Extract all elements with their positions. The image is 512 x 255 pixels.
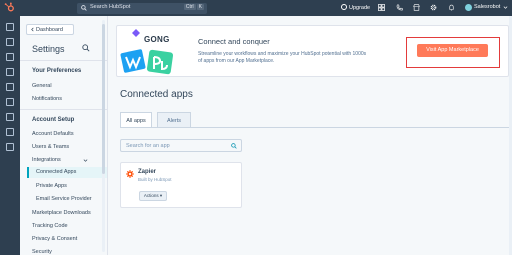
chevron-left-icon	[31, 27, 34, 32]
zapier-logo-icon	[126, 170, 134, 178]
sidebar-item-general[interactable]: General	[32, 83, 52, 89]
global-search-input[interactable]: Search HubSpot Ctrl K	[77, 3, 207, 14]
search-shortcut: Ctrl K	[183, 4, 204, 10]
account-setup-heading: Account Setup	[32, 117, 75, 123]
avatar[interactable]	[465, 4, 472, 11]
top-navigation-bar: Search HubSpot Ctrl K Upgrade Salesrobot	[0, 0, 512, 16]
search-icon	[81, 5, 87, 11]
notifications-bell-icon[interactable]	[448, 4, 455, 11]
sidebar-scrollbar-thumb[interactable]	[102, 24, 105, 174]
sidebar-divider	[20, 109, 107, 110]
search-icon[interactable]	[82, 44, 90, 52]
page-title: Connected apps	[120, 89, 193, 100]
upgrade-button[interactable]: Upgrade	[341, 4, 370, 11]
connected-apps-label: Connected Apps	[36, 169, 77, 175]
gong-logo: GONG	[144, 35, 170, 44]
calling-icon[interactable]	[396, 4, 403, 11]
back-to-dashboard-button[interactable]: Dashboard	[26, 24, 74, 35]
library-nav-icon[interactable]	[6, 128, 14, 136]
sidebar-item-private-apps[interactable]: Private Apps	[36, 183, 67, 189]
sidebar-item-account-defaults[interactable]: Account Defaults	[32, 131, 74, 137]
caret-down-icon: ▾	[159, 193, 163, 198]
reporting-nav-icon[interactable]	[6, 113, 14, 121]
account-name[interactable]: Salesrobot	[474, 4, 500, 10]
marketplace-icon[interactable]	[413, 4, 420, 11]
sidebar-item-users-teams[interactable]: Users & Teams	[32, 144, 69, 150]
sidebar-item-privacy-consent[interactable]: Privacy & Consent	[32, 236, 77, 242]
sidebar-item-connected-apps[interactable]: Connected Apps	[27, 167, 107, 178]
hubspot-logo-icon[interactable]	[4, 2, 15, 13]
chevron-down-icon[interactable]	[83, 158, 88, 163]
settings-gear-icon[interactable]	[430, 4, 437, 11]
settings-title: Settings	[32, 44, 65, 54]
tabs-divider	[120, 127, 509, 128]
banner-title: Connect and conquer	[198, 37, 270, 46]
preferences-heading: Your Preferences	[32, 68, 82, 74]
shortcut-k-key: K	[196, 4, 204, 10]
chevron-down-icon[interactable]	[503, 5, 508, 10]
settings-sidebar: Dashboard Settings Your Preferences Gene…	[20, 16, 108, 255]
contacts-nav-icon[interactable]	[6, 38, 14, 46]
search-icon	[231, 143, 237, 149]
sales-nav-icon[interactable]	[6, 68, 14, 76]
app-search-placeholder: Search for an app	[126, 142, 170, 149]
sidebar-item-marketplace-downloads[interactable]: Marketplace Downloads	[32, 210, 91, 216]
search-placeholder: Search HubSpot	[90, 4, 131, 10]
app-search-input[interactable]: Search for an app	[120, 139, 242, 152]
marketing-nav-icon[interactable]	[6, 53, 14, 61]
banner-description: Streamline your workflows and maximize y…	[198, 51, 367, 64]
actions-dropdown-button[interactable]: Actions ▾	[139, 191, 167, 201]
sidebar-item-security[interactable]: Security	[32, 249, 52, 255]
upgrade-icon	[341, 4, 347, 10]
app-publisher: Built by HubSpot	[138, 177, 172, 182]
sidebar-divider	[20, 60, 107, 61]
left-navigation-rail	[0, 16, 20, 255]
folder-nav-icon[interactable]	[6, 143, 14, 151]
sidebar-item-tracking-code[interactable]: Tracking Code	[32, 223, 68, 229]
shortcut-ctrl-key: Ctrl	[183, 4, 196, 10]
grid-apps-icon[interactable]	[378, 4, 385, 11]
back-label: Dashboard	[36, 26, 63, 33]
upgrade-label: Upgrade	[349, 5, 371, 11]
tab-alerts[interactable]: Alerts	[157, 112, 191, 128]
bookmark-nav-icon[interactable]	[6, 23, 14, 31]
visit-app-marketplace-button[interactable]: Visit App Marketplace	[417, 44, 488, 57]
sidebar-item-email-service-provider[interactable]: Email Service Provider	[36, 196, 92, 202]
sidebar-item-notifications[interactable]: Notifications	[32, 96, 62, 102]
automation-nav-icon[interactable]	[6, 98, 14, 106]
actions-label: Actions	[143, 193, 159, 198]
sidebar-item-integrations[interactable]: Integrations	[32, 157, 61, 163]
app-name: Zapier	[138, 169, 157, 175]
tab-all-apps[interactable]: All apps	[120, 112, 152, 128]
service-nav-icon[interactable]	[6, 83, 14, 91]
